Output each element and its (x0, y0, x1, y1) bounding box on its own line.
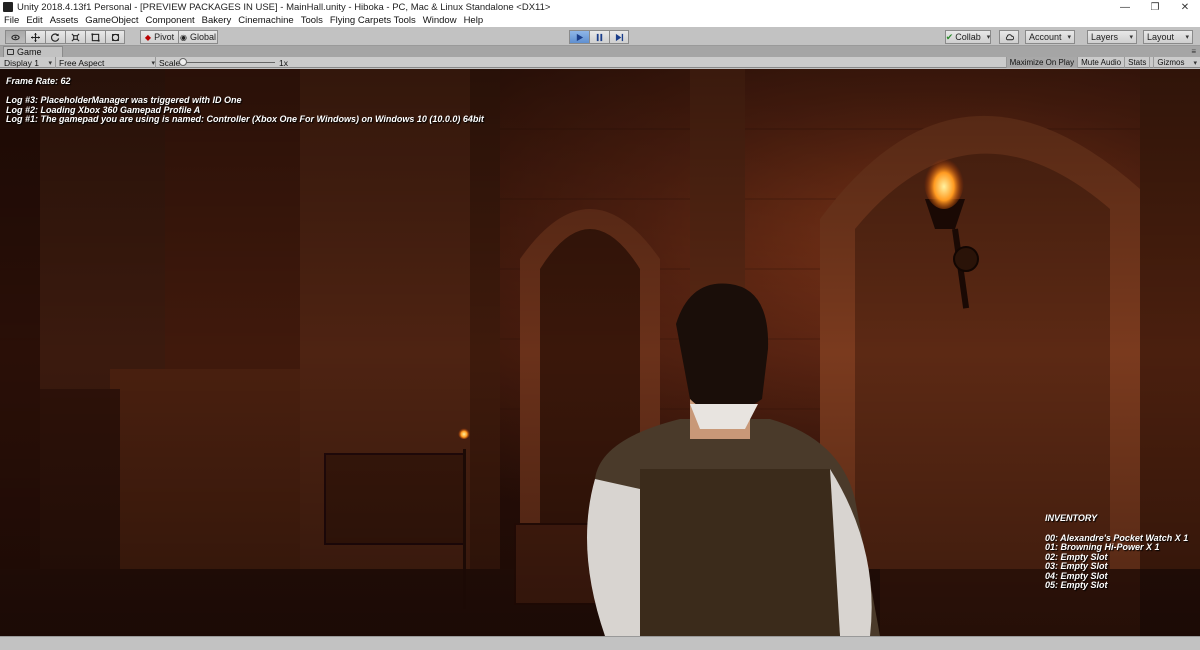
scale-label: Scale (159, 57, 181, 68)
hand-tool-button[interactable] (5, 30, 25, 44)
menu-cinemachine[interactable]: Cinemachine (238, 15, 293, 26)
game-viewport[interactable]: Frame Rate: 62 Log #3: PlaceholderManage… (0, 69, 1200, 636)
aspect-label: Free Aspect (59, 57, 105, 68)
step-button[interactable] (609, 30, 629, 44)
rect-tool-button[interactable] (85, 30, 105, 44)
status-bar (0, 636, 1200, 650)
global-toggle[interactable]: ◉ Global (178, 30, 218, 44)
menu-assets[interactable]: Assets (50, 15, 79, 26)
tab-game-label: Game (17, 47, 42, 57)
rotate-icon (51, 32, 60, 42)
gizmos-label: Gizmos (1153, 57, 1187, 68)
tab-menu-icon[interactable]: ≡ (1191, 47, 1196, 56)
scale-tool-button[interactable] (65, 30, 85, 44)
scale-icon (71, 33, 80, 41)
window-title: Unity 2018.4.13f1 Personal - [PREVIEW PA… (17, 1, 551, 13)
display-label: Display 1 (4, 57, 39, 68)
frame-rate-label: Frame Rate: 62 (6, 76, 71, 86)
debug-log: Log #3: PlaceholderManager was triggered… (6, 95, 484, 125)
close-button[interactable]: ✕ (1170, 0, 1200, 14)
transform-icon (111, 33, 119, 41)
menu-file[interactable]: File (4, 15, 19, 26)
move-tool-button[interactable] (25, 30, 45, 44)
play-button[interactable] (569, 30, 589, 44)
display-dropdown[interactable]: Display 1 (4, 57, 52, 68)
menu-tools[interactable]: Tools (301, 15, 323, 26)
collab-group: ✔ Collab (945, 30, 991, 44)
global-label: Global (189, 32, 216, 42)
inventory-panel: INVENTORY 00: Alexandre's Pocket Watch X… (1045, 513, 1188, 591)
gizmos-dropdown[interactable]: Gizmos (1149, 57, 1200, 68)
window-title-bar[interactable]: Unity 2018.4.13f1 Personal - [PREVIEW PA… (0, 0, 1200, 14)
gamepad-icon (7, 49, 14, 55)
game-view-toggles: Maximize On Play Mute Audio Stats Gizmos (1005, 57, 1200, 68)
stats-toggle[interactable]: Stats (1124, 57, 1149, 68)
maximize-on-play-toggle[interactable]: Maximize On Play (1005, 57, 1078, 68)
menu-bar: File Edit Assets GameObject Component Ba… (0, 14, 1200, 27)
cloud-icon (1005, 33, 1014, 40)
aspect-dropdown[interactable]: Free Aspect (59, 57, 155, 68)
move-icon (31, 32, 40, 42)
menu-component[interactable]: Component (146, 15, 195, 26)
pause-button[interactable] (589, 30, 609, 44)
torch-flame-icon (924, 153, 964, 209)
layout-label: Layout (1147, 32, 1175, 42)
layers-group: Layers (1087, 30, 1137, 44)
layout-dropdown[interactable]: Layout (1143, 30, 1193, 44)
transform-tool-button[interactable] (105, 30, 125, 44)
tab-row: Game ≡ (0, 46, 1200, 57)
collab-label: Collab (955, 32, 981, 42)
pause-icon (596, 33, 603, 41)
tab-game[interactable]: Game (3, 46, 63, 57)
unity-logo-icon (3, 2, 13, 12)
menu-flying-carpets-tools[interactable]: Flying Carpets Tools (330, 15, 416, 26)
restore-button[interactable]: ❐ (1140, 0, 1170, 14)
account-group: Account (1025, 30, 1075, 44)
menu-edit[interactable]: Edit (26, 15, 42, 26)
cloud-group (999, 30, 1019, 44)
main-toolbar: ◆ Pivot ◉ Global ✔ Collab Account (0, 27, 1200, 46)
layers-label: Layers (1091, 32, 1119, 42)
menu-help[interactable]: Help (464, 15, 484, 26)
log-line: Log #1: The gamepad you are using is nam… (6, 114, 484, 124)
menu-window[interactable]: Window (423, 15, 457, 26)
minimize-button[interactable]: — (1110, 0, 1140, 14)
pivot-global-group: ◆ Pivot ◉ Global (140, 30, 218, 44)
pivot-label: Pivot (154, 32, 175, 42)
hand-icon (11, 34, 20, 40)
game-view-toolbar: Display 1 Free Aspect Scale 1x Maximize … (0, 57, 1200, 68)
scale-slider-handle[interactable] (179, 58, 187, 66)
candle-flame-icon (458, 427, 470, 439)
menu-bakery[interactable]: Bakery (202, 15, 232, 26)
pivot-toggle[interactable]: ◆ Pivot (140, 30, 178, 44)
rect-icon (91, 32, 100, 42)
play-icon (576, 33, 584, 41)
account-label: Account (1029, 32, 1062, 42)
inventory-title: INVENTORY (1045, 513, 1098, 523)
scale-slider-track[interactable] (183, 62, 275, 63)
step-icon (615, 33, 623, 41)
window-controls: — ❐ ✕ (1110, 0, 1200, 14)
rotate-tool-button[interactable] (45, 30, 65, 44)
layout-group: Layout (1143, 30, 1193, 44)
menu-gameobject[interactable]: GameObject (85, 15, 138, 26)
check-icon: ✔ (945, 31, 954, 42)
cloud-button[interactable] (999, 30, 1019, 44)
globe-icon: ◉ (180, 32, 187, 42)
play-controls (569, 30, 629, 44)
scale-value: 1x (279, 57, 288, 68)
inventory-slot: 05: Empty Slot (1045, 580, 1108, 590)
account-dropdown[interactable]: Account (1025, 30, 1075, 44)
mute-audio-toggle[interactable]: Mute Audio (1077, 57, 1124, 68)
collab-dropdown[interactable]: ✔ Collab (945, 30, 991, 44)
layers-dropdown[interactable]: Layers (1087, 30, 1137, 44)
pivot-icon: ◆ (144, 32, 152, 42)
transform-tools (5, 30, 125, 44)
game-scene (0, 69, 1200, 636)
